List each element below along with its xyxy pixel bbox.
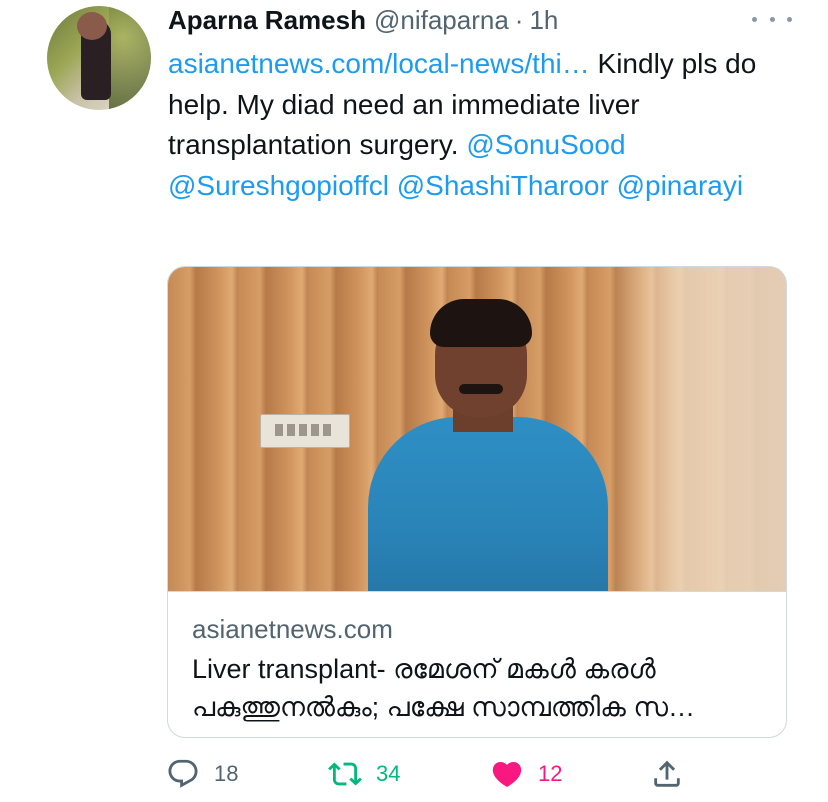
separator-dot: · (514, 4, 524, 35)
avatar-background (109, 6, 151, 110)
tweet-actions: 18 34 12 (166, 754, 726, 794)
reply-icon (168, 759, 198, 788)
card-domain: asianetnews.com (192, 614, 393, 644)
card-image[interactable] (168, 267, 786, 591)
like-count: 12 (538, 761, 563, 786)
retweet-count: 34 (376, 761, 401, 786)
more-dot (752, 16, 757, 22)
card-footer[interactable]: asianetnews.com Liver transplant- രമേശന്… (168, 591, 786, 737)
like-button[interactable]: 12 (490, 754, 562, 794)
reply-button[interactable]: 18 (166, 754, 238, 794)
author-name[interactable]: Aparna Ramesh (168, 5, 366, 36)
card-title: Liver transplant- രമേശന് മകൾ കരൾ പകുത്തു… (192, 654, 695, 722)
retweet-button[interactable]: 34 (328, 754, 400, 794)
mention-shashitharoor[interactable]: @ShashiTharoor (397, 170, 609, 201)
person-shirt (368, 417, 608, 591)
mention-sonusood[interactable]: @SonuSood (466, 129, 625, 160)
tweet-text: asianetnews.com/local-news/thi… Kindly p… (168, 44, 778, 206)
reply-count: 18 (214, 761, 239, 786)
more-dots-icon[interactable] (752, 8, 792, 30)
more-dot (769, 16, 775, 22)
person-hair (430, 299, 532, 347)
avatar[interactable] (47, 6, 151, 110)
more-dot (787, 16, 792, 22)
link-card[interactable]: asianetnews.com Liver transplant- രമേശന്… (167, 266, 787, 738)
mention-sureshgopioffcl[interactable]: @Sureshgopioffcl (168, 170, 389, 201)
heart-icon (492, 761, 522, 787)
author-handle[interactable]: @nifaparna (374, 5, 509, 36)
share-icon (654, 760, 680, 787)
person-mustache (459, 384, 503, 394)
tweet-timestamp[interactable]: 1h (529, 5, 558, 36)
tweet-link[interactable]: asianetnews.com/local-news/thi… (168, 48, 590, 79)
mention-pinarayi[interactable]: @pinarayi (617, 170, 743, 201)
share-button[interactable] (650, 754, 684, 794)
avatar-head (77, 12, 107, 40)
retweet-icon (328, 762, 362, 786)
switchboard (260, 414, 350, 448)
tweet-header: Aparna Ramesh @nifaparna · 1h (168, 2, 558, 38)
wall-highlight (608, 267, 786, 591)
